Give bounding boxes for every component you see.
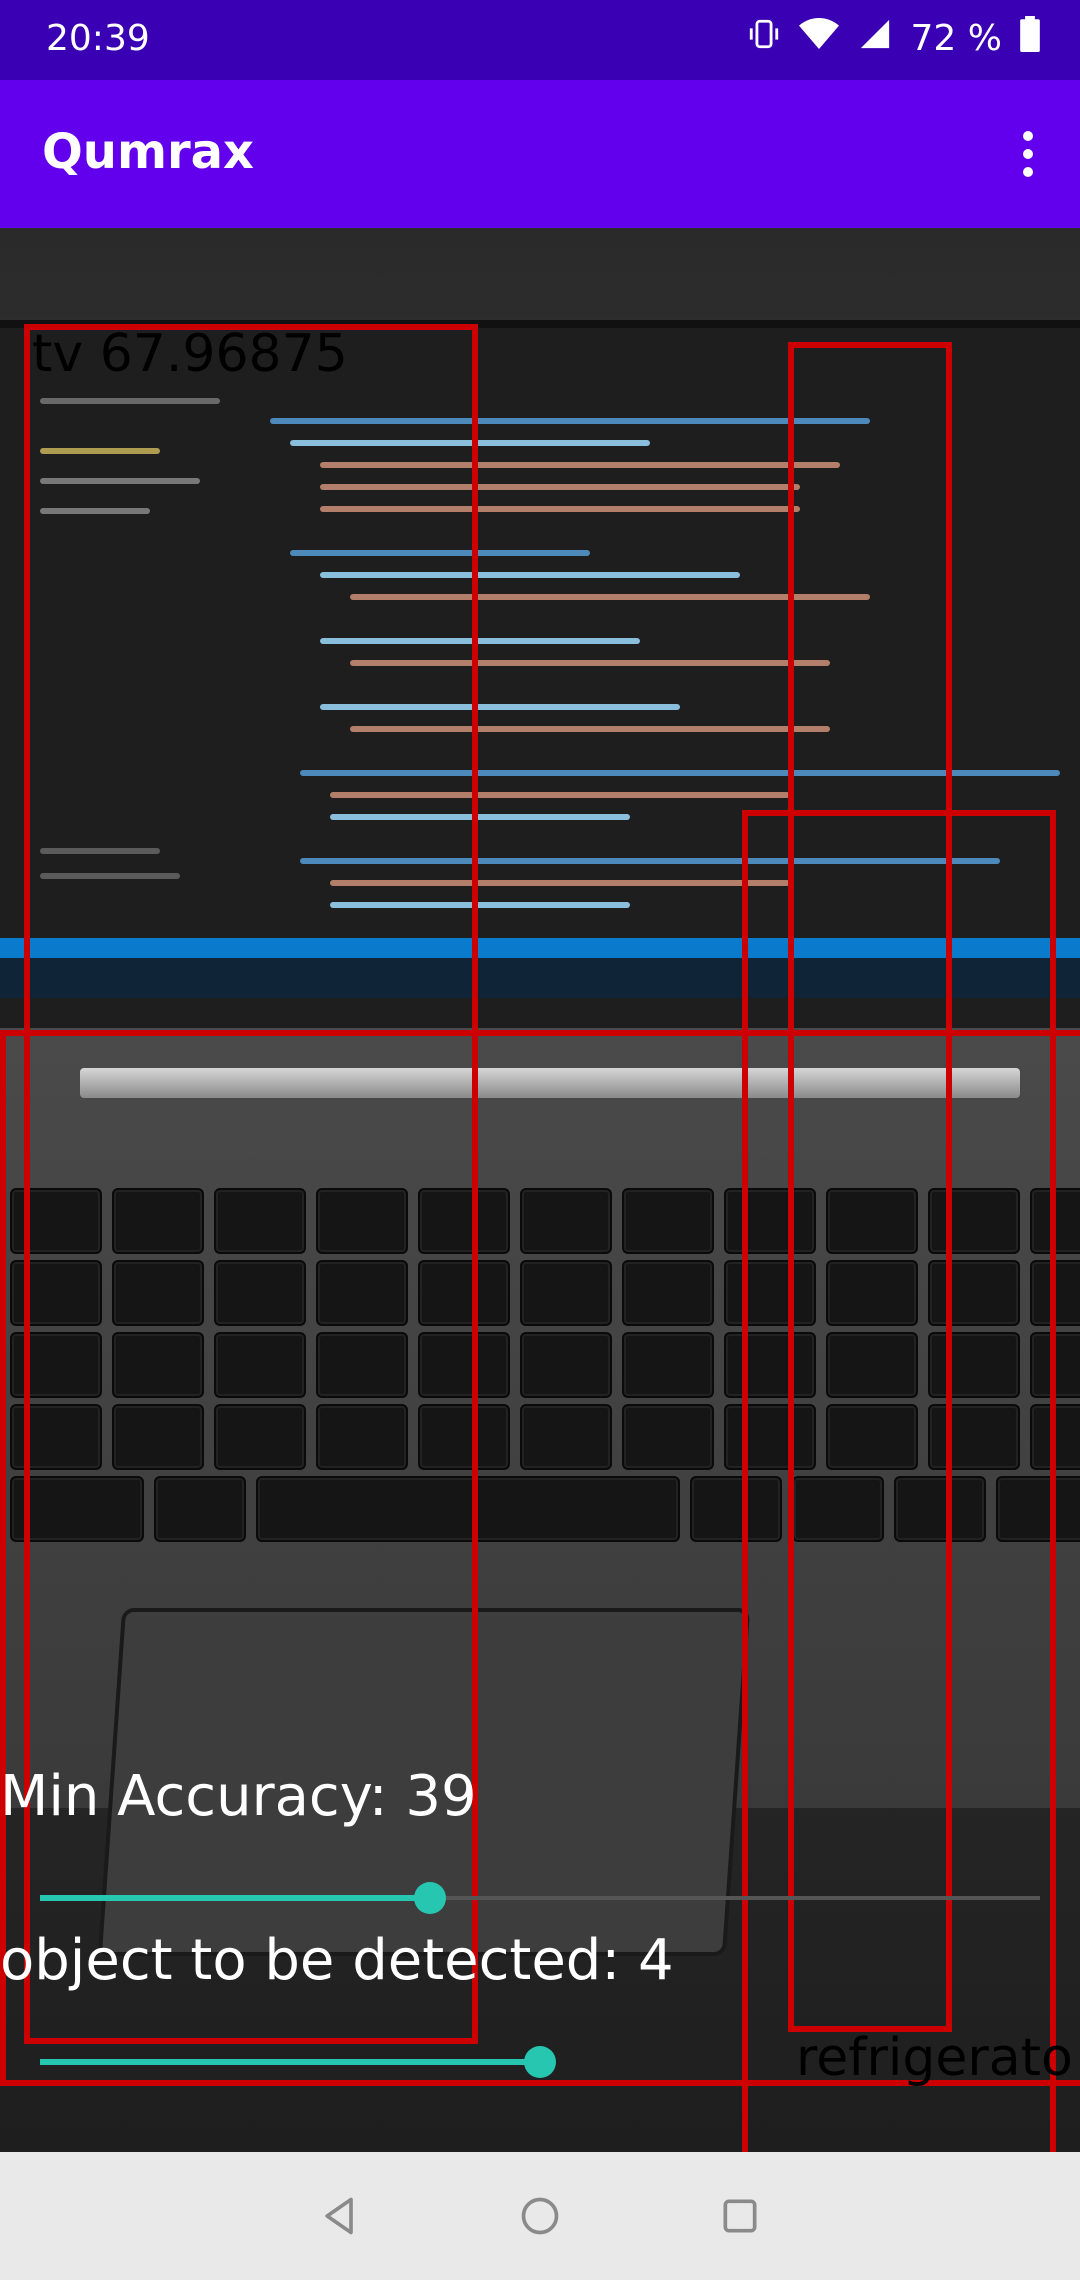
cell-signal-icon: [857, 17, 893, 60]
back-icon[interactable]: [310, 2186, 370, 2246]
vibrate-icon: [747, 17, 781, 60]
home-icon[interactable]: [510, 2186, 570, 2246]
min-accuracy-slider[interactable]: [40, 1878, 1040, 1918]
app-bar: Qumrax: [0, 80, 1080, 228]
objects-count-slider-thumb[interactable]: [524, 2046, 556, 2078]
battery-icon: [1020, 16, 1040, 61]
status-bar: 20:39 72 %: [0, 0, 1080, 80]
wifi-icon: [798, 17, 839, 60]
app-title: Qumrax: [42, 124, 255, 180]
min-accuracy-slider-fill: [40, 1895, 430, 1901]
camera-preview: tv 67.96875 refrigerato Min Accuracy: 39…: [0, 228, 1080, 2152]
status-icons: 72 %: [747, 16, 1040, 61]
objects-count-slider[interactable]: [40, 2042, 1040, 2082]
status-time: 20:39: [46, 18, 150, 59]
battery-text: 72 %: [910, 18, 1002, 59]
recents-icon[interactable]: [710, 2186, 770, 2246]
min-accuracy-label: Min Accuracy: 39: [0, 1764, 477, 1829]
objects-count-label: object to be detected: 4: [0, 1928, 674, 1993]
detection-label-tv: tv 67.96875: [32, 324, 348, 384]
navigation-bar: [0, 2152, 1080, 2280]
overflow-menu-icon[interactable]: [996, 122, 1060, 186]
objects-count-slider-fill: [40, 2059, 540, 2065]
min-accuracy-slider-thumb[interactable]: [414, 1882, 446, 1914]
